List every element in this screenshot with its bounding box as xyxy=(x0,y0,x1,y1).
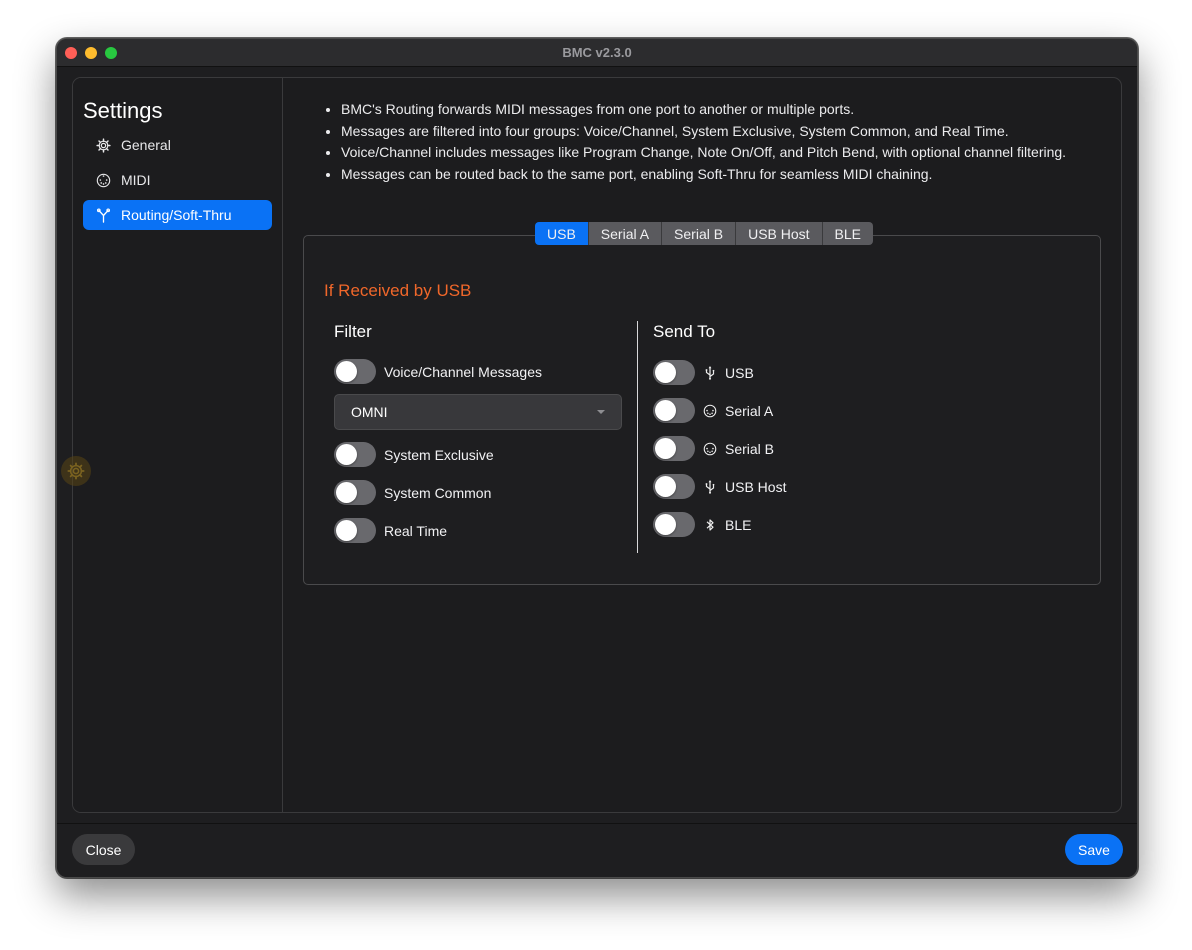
voice-channel-toggle[interactable] xyxy=(334,359,376,384)
port-tabs: USB Serial A Serial B USB Host BLE xyxy=(535,222,874,245)
sidebar-item-general[interactable]: General xyxy=(83,130,272,160)
note-item: BMC's Routing forwards MIDI messages fro… xyxy=(341,99,1081,121)
gear-icon[interactable] xyxy=(61,456,91,486)
port-label: Serial A xyxy=(725,402,774,419)
system-common-toggle[interactable] xyxy=(334,480,376,505)
routing-notes: BMC's Routing forwards MIDI messages fro… xyxy=(323,99,1081,185)
real-time-toggle[interactable] xyxy=(334,518,376,543)
send-to-usb: USB xyxy=(653,360,754,385)
send-to-title: Send To xyxy=(653,322,716,341)
note-item: Messages can be routed back to the same … xyxy=(341,164,1081,186)
window-title: BMC v2.3.0 xyxy=(562,45,632,60)
bluetooth-icon xyxy=(703,518,717,532)
midi-port-icon xyxy=(703,442,717,456)
port-label: USB Host xyxy=(725,478,787,495)
usb-icon xyxy=(703,479,717,494)
title-bar: BMC v2.3.0 xyxy=(57,39,1137,67)
filter-system-common: System Common xyxy=(334,480,491,505)
toggle-label: Voice/Channel Messages xyxy=(384,363,542,380)
send-serial-b-toggle[interactable] xyxy=(653,436,695,461)
gear-icon xyxy=(95,137,111,153)
tab-serial-a[interactable]: Serial A xyxy=(588,222,663,245)
sidebar-item-label: MIDI xyxy=(121,172,151,188)
toggle-label: System Exclusive xyxy=(384,446,494,463)
select-value: OMNI xyxy=(351,404,388,420)
sidebar-item-label: General xyxy=(121,137,171,153)
send-usb-host-toggle[interactable] xyxy=(653,474,695,499)
settings-panel: Settings General MIDI Routing/Soft-Thru xyxy=(72,77,1122,813)
channel-select[interactable]: OMNI xyxy=(334,394,622,430)
filter-real-time: Real Time xyxy=(334,518,447,543)
send-usb-toggle[interactable] xyxy=(653,360,695,385)
sysex-toggle[interactable] xyxy=(334,442,376,467)
port-label: BLE xyxy=(725,516,752,533)
usb-icon xyxy=(703,365,717,380)
note-item: Messages are filtered into four groups: … xyxy=(341,121,1081,143)
filter-sysex: System Exclusive xyxy=(334,442,494,467)
routing-icon xyxy=(95,207,111,223)
save-button[interactable]: Save xyxy=(1065,834,1123,865)
send-serial-a-toggle[interactable] xyxy=(653,398,695,423)
sidebar: Settings General MIDI Routing/Soft-Thru xyxy=(73,78,283,812)
routing-box: If Received by USB Filter Voice/Channel … xyxy=(303,235,1101,585)
send-to-serial-b: Serial B xyxy=(653,436,774,461)
routing-content: BMC's Routing forwards MIDI messages fro… xyxy=(283,78,1121,812)
toggle-label: Real Time xyxy=(384,522,448,539)
tab-usb[interactable]: USB xyxy=(535,222,589,245)
routing-heading: If Received by USB xyxy=(324,281,472,300)
note-item: Voice/Channel includes messages like Pro… xyxy=(341,142,1081,164)
column-divider xyxy=(637,321,638,553)
footer-bar: Close Save xyxy=(57,823,1137,877)
sidebar-item-routing[interactable]: Routing/Soft-Thru xyxy=(83,200,272,230)
midi-port-icon xyxy=(95,172,111,188)
chevron-down-icon xyxy=(597,410,605,414)
sidebar-item-label: Routing/Soft-Thru xyxy=(121,207,232,223)
port-label: Serial B xyxy=(725,440,775,457)
filter-voice-channel: Voice/Channel Messages xyxy=(334,359,542,384)
port-label: USB xyxy=(725,364,754,381)
filter-title: Filter xyxy=(334,322,372,341)
send-to-usb-host: USB Host xyxy=(653,474,786,499)
close-button[interactable]: Close xyxy=(72,834,135,865)
tab-serial-b[interactable]: Serial B xyxy=(662,222,737,245)
sidebar-title: Settings xyxy=(83,98,163,123)
send-to-serial-a: Serial A xyxy=(653,398,773,423)
tab-ble[interactable]: BLE xyxy=(822,222,874,245)
app-window: BMC v2.3.0 Settings General MIDI Routing… xyxy=(56,38,1138,878)
tab-usb-host[interactable]: USB Host xyxy=(736,222,823,245)
send-to-ble: BLE xyxy=(653,512,751,537)
midi-port-icon xyxy=(703,404,717,418)
sidebar-item-midi[interactable]: MIDI xyxy=(83,165,272,195)
toggle-label: System Common xyxy=(384,484,492,501)
send-ble-toggle[interactable] xyxy=(653,512,695,537)
